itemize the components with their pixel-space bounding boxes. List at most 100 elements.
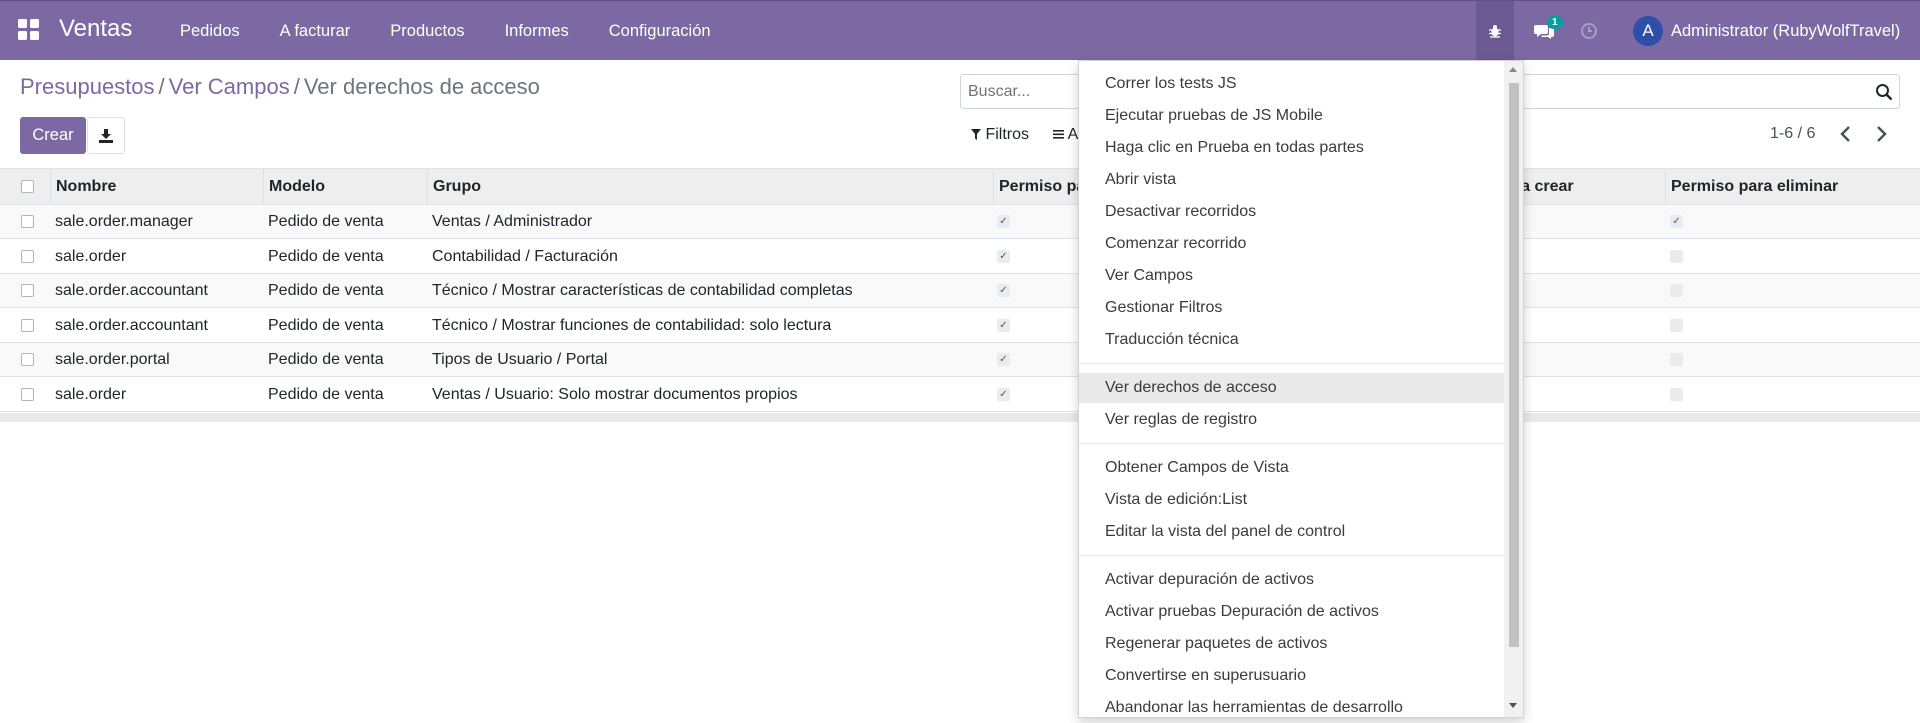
- perm-unlink-checkbox: [1670, 284, 1683, 297]
- breadcrumb: Presupuestos / Ver Campos / Ver derechos de …: [20, 74, 540, 100]
- filters-label: Filtros: [985, 126, 1030, 143]
- perm-unlink-checkbox: ✓: [1670, 215, 1683, 228]
- debug-menu-item[interactable]: Convertirse en superusuario: [1079, 661, 1504, 691]
- cell-modelo: Pedido de venta: [268, 213, 384, 230]
- nav-menu-item[interactable]: Productos: [370, 1, 484, 61]
- page-title: Ver derechos de acceso: [303, 74, 540, 99]
- row-checkbox[interactable]: [21, 318, 34, 332]
- debug-menu-item[interactable]: Ver Campos: [1079, 261, 1504, 291]
- perm-read-checkbox: ✓: [997, 284, 1010, 297]
- row-checkbox[interactable]: [21, 215, 34, 228]
- table-header: Nombre Modelo Grupo Permiso pa ara crear…: [0, 168, 1920, 205]
- search-icon[interactable]: [1875, 83, 1893, 101]
- debug-menu-item[interactable]: Vista de edición:List: [1079, 485, 1504, 515]
- avatar: A: [1633, 16, 1663, 46]
- debug-menu-item[interactable]: Correr los tests JS: [1079, 69, 1504, 99]
- perm-read-checkbox: ✓: [997, 387, 1010, 401]
- debug-menu-dropdown: Correr los tests JS Ejecutar pruebas de J…: [1078, 60, 1524, 718]
- debug-bug-icon[interactable]: [1476, 1, 1514, 61]
- table-row[interactable]: sale.order.portal Pedido de venta Tipos de…: [0, 343, 1920, 377]
- debug-menu-item[interactable]: Ver derechos de acceso: [1079, 373, 1504, 403]
- nav-menu-item[interactable]: Informes: [485, 1, 589, 61]
- column-header-grupo[interactable]: Grupo: [427, 169, 996, 204]
- app-brand[interactable]: Ventas: [59, 15, 132, 43]
- debug-menu-item[interactable]: Comenzar recorrido: [1079, 229, 1504, 259]
- table-footer-bar: [0, 413, 1920, 422]
- pager-value[interactable]: 1-6 / 6: [1770, 125, 1815, 143]
- row-checkbox[interactable]: [21, 387, 34, 401]
- breadcrumb-item-ver-campos[interactable]: Ver Campos: [169, 74, 290, 99]
- debug-menu-item[interactable]: Activar pruebas Depuración de activos: [1079, 597, 1504, 627]
- cell-modelo: Pedido de venta: [268, 351, 384, 368]
- debug-menu-item[interactable]: Gestionar Filtros: [1079, 293, 1504, 323]
- apps-menu-icon[interactable]: [18, 19, 40, 41]
- nav-menu-item[interactable]: A facturar: [260, 1, 371, 61]
- debug-menu-item[interactable]: Obtener Campos de Vista: [1079, 453, 1504, 483]
- column-header-modelo[interactable]: Modelo: [263, 169, 428, 204]
- table-row[interactable]: sale.order.manager Pedido de venta Ventas …: [0, 205, 1920, 239]
- perm-read-checkbox: ✓: [997, 353, 1010, 366]
- filter-icon: [971, 129, 981, 140]
- chevron-left-icon[interactable]: [1836, 124, 1856, 144]
- select-all-checkbox[interactable]: [21, 180, 34, 193]
- message-count-badge: 1: [1547, 16, 1563, 29]
- debug-menu-item[interactable]: Ver reglas de registro: [1079, 405, 1504, 435]
- column-header-permiso-eliminar[interactable]: Permiso para eliminar: [1665, 169, 1920, 204]
- table-row[interactable]: sale.order Pedido de venta Ventas / Usuari…: [0, 377, 1920, 412]
- cell-grupo: Tipos de Usuario / Portal: [432, 351, 608, 368]
- scrollbar-thumb[interactable]: [1509, 83, 1519, 647]
- column-header-nombre[interactable]: Nombre: [50, 169, 265, 204]
- debug-menu-item[interactable]: Regenerar paquetes de activos: [1079, 629, 1504, 659]
- debug-menu-item[interactable]: Traducción técnica: [1079, 325, 1504, 355]
- cell-nombre: sale.order.manager: [55, 213, 193, 230]
- debug-menu-item[interactable]: Abrir vista: [1079, 165, 1504, 195]
- table-row[interactable]: sale.order.accountant Pedido de venta Técn…: [0, 308, 1920, 343]
- download-button[interactable]: [87, 117, 125, 154]
- cell-modelo: Pedido de venta: [268, 385, 384, 403]
- debug-menu-item[interactable]: Editar la vista del panel de control: [1079, 517, 1504, 547]
- menu-divider: [1079, 363, 1504, 364]
- nav-menu-item[interactable]: Pedidos: [160, 1, 260, 61]
- debug-menu-item[interactable]: Haga clic en Prueba en todas partes: [1079, 133, 1504, 163]
- perm-read-checkbox: ✓: [997, 249, 1010, 263]
- cell-grupo: Técnico / Mostrar funciones de contabili…: [432, 316, 832, 334]
- scrollbar[interactable]: [1504, 61, 1523, 717]
- main-menu: Pedidos A facturar Productos Informes Config…: [160, 1, 731, 61]
- cell-nombre: sale.order.accountant: [55, 282, 208, 299]
- perm-unlink-checkbox: [1670, 387, 1683, 401]
- scroll-up-icon[interactable]: [1509, 67, 1517, 72]
- cell-grupo: Contabilidad / Facturación: [432, 247, 618, 265]
- user-menu[interactable]: A Administrator (RubyWolfTravel): [1633, 1, 1900, 61]
- row-checkbox[interactable]: [21, 249, 34, 263]
- perm-unlink-checkbox: [1670, 318, 1683, 332]
- perm-unlink-checkbox: [1670, 249, 1683, 263]
- cell-modelo: Pedido de venta: [268, 282, 384, 299]
- groupby-toggle[interactable]: A: [1053, 126, 1078, 144]
- activity-clock-icon[interactable]: [1574, 1, 1604, 61]
- scroll-down-icon[interactable]: [1509, 703, 1517, 708]
- cell-modelo: Pedido de venta: [268, 247, 384, 265]
- download-icon: [99, 128, 113, 143]
- breadcrumb-item-presupuestos[interactable]: Presupuestos: [20, 74, 155, 99]
- filters-toggle[interactable]: Filtros: [971, 126, 1029, 144]
- table-row[interactable]: sale.order Pedido de venta Contabilidad / …: [0, 239, 1920, 274]
- debug-menu-item[interactable]: Ejecutar pruebas de JS Mobile: [1079, 101, 1504, 131]
- create-button[interactable]: Crear: [20, 117, 86, 154]
- groupby-label: A: [1067, 126, 1079, 143]
- chevron-right-icon[interactable]: [1871, 124, 1891, 144]
- debug-menu-item[interactable]: Desactivar recorridos: [1079, 197, 1504, 227]
- debug-menu-item[interactable]: Activar depuración de activos: [1079, 565, 1504, 595]
- column-header-permiso-crear[interactable]: ara crear: [1501, 169, 1666, 204]
- breadcrumb-separator: /: [158, 74, 165, 99]
- messaging-icon[interactable]: 1: [1524, 1, 1564, 61]
- row-checkbox[interactable]: [21, 284, 34, 297]
- cell-modelo: Pedido de venta: [268, 316, 384, 334]
- menu-divider: [1079, 443, 1504, 444]
- debug-menu-item[interactable]: Abandonar las herramientas de desarrollo: [1079, 693, 1504, 717]
- cell-nombre: sale.order.portal: [55, 351, 170, 368]
- list-icon: [1053, 130, 1064, 139]
- table-row[interactable]: sale.order.accountant Pedido de venta Técn…: [0, 274, 1920, 308]
- row-checkbox[interactable]: [21, 353, 34, 366]
- nav-menu-item[interactable]: Configuración: [589, 1, 731, 61]
- user-name: Administrator (RubyWolfTravel): [1671, 21, 1901, 40]
